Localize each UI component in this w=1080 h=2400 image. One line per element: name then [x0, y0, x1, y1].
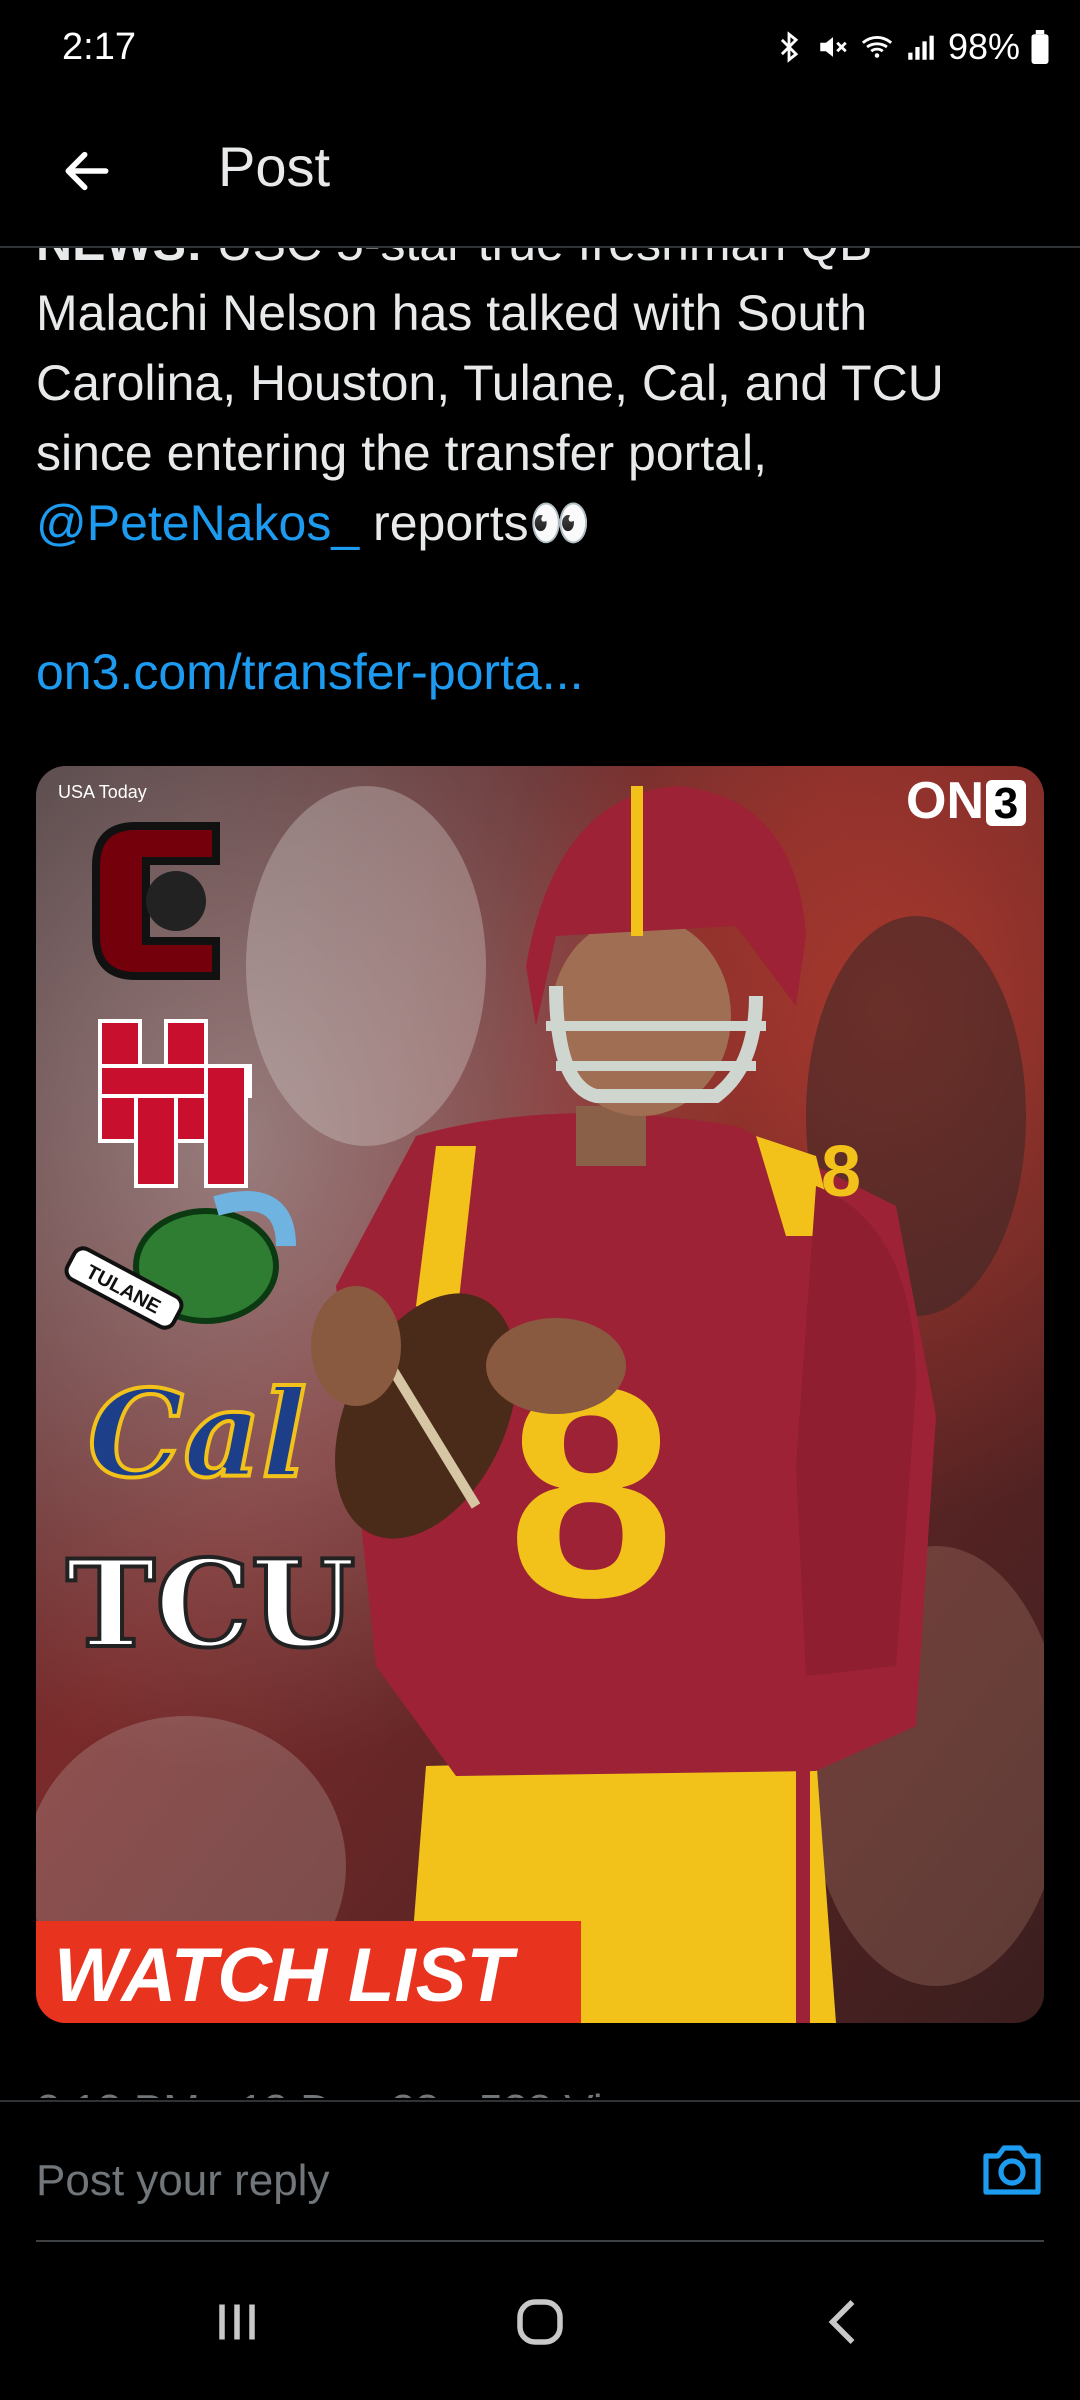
wifi-icon [861, 36, 893, 58]
reply-bar: Post your reply [0, 2100, 1080, 2243]
post-media-image[interactable]: 8 8 USA Today ON 3 TULANE Cal TCU WATCH … [36, 766, 1044, 2023]
status-time: 2:17 [62, 26, 136, 68]
recent-apps-icon [219, 2304, 255, 2340]
post-lead: NEWS: [36, 248, 203, 271]
back-icon [828, 2300, 855, 2344]
cal-logo: Cal [88, 1364, 307, 1505]
home-icon [517, 2299, 563, 2345]
arrow-left-icon [65, 151, 109, 191]
photo-credit: USA Today [58, 782, 147, 802]
on3-logo: ON 3 [906, 772, 1026, 830]
media-artwork: 8 8 USA Today ON 3 TULANE Cal TCU WATCH … [36, 766, 1044, 2023]
mute-icon [820, 37, 847, 57]
post-body-part2: reports👀 [359, 495, 591, 551]
status-icons: 98% [772, 26, 1050, 68]
post-text: NEWS: USC 5-star true freshman QB Malach… [36, 248, 1046, 558]
home-button[interactable] [495, 2282, 585, 2362]
nav-back-button[interactable] [800, 2282, 890, 2362]
battery-icon [1031, 30, 1049, 64]
signal-icon [908, 35, 934, 60]
recent-apps-button[interactable] [192, 2282, 282, 2362]
status-bar: 2:17 98% [0, 0, 1080, 100]
reply-input[interactable]: Post your reply [36, 2156, 329, 2206]
page-title: Post [218, 135, 331, 198]
battery-percent: 98% [947, 26, 1020, 67]
svg-text:8: 8 [821, 1132, 861, 1212]
post-detail: NEWS: USC 5-star true freshman QB Malach… [0, 248, 1080, 2098]
camera-icon[interactable] [980, 2142, 1044, 2198]
post-body-part1: USC 5-star true freshman QB Malachi Nels… [36, 248, 944, 481]
top-bar: Post [0, 100, 1080, 248]
mention-link[interactable]: @PeteNakos_ [36, 495, 359, 551]
svg-text:ON: ON [906, 772, 984, 830]
tcu-logo: TCU [66, 1534, 355, 1675]
back-button[interactable] [52, 136, 122, 206]
watch-list-banner: WATCH LIST [54, 1933, 518, 2018]
svg-text:3: 3 [994, 779, 1018, 828]
bluetooth-icon [780, 31, 799, 63]
system-nav-bar [0, 2242, 1080, 2400]
url-link[interactable]: on3.com/transfer-porta... [36, 643, 583, 701]
post-metadata: 2:12 PM · 12 Dec 23 · 528 Views [36, 2086, 681, 2098]
south-carolina-logo [92, 822, 220, 980]
